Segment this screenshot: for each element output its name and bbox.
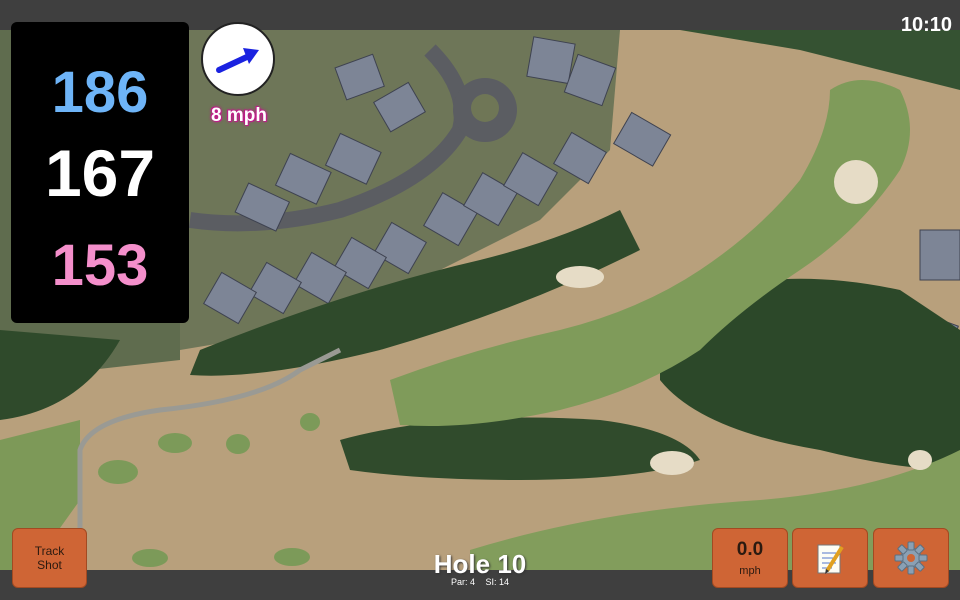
stroke-index-label: SI: 14 bbox=[485, 577, 510, 587]
notepad-icon bbox=[817, 544, 844, 574]
wind-indicator bbox=[201, 22, 275, 96]
clock: 10:10 bbox=[900, 14, 952, 36]
hole-info: Par: 4 SI: 14 bbox=[380, 577, 580, 587]
middle-distance: 167 bbox=[44, 136, 156, 210]
track-shot-button[interactable]: Track Shot bbox=[12, 528, 87, 588]
notes-button[interactable] bbox=[792, 528, 868, 588]
speed-unit: mph bbox=[739, 565, 761, 577]
back-distance: 186 bbox=[51, 60, 149, 125]
speed-value: 0.0 bbox=[736, 539, 764, 560]
wind-speed-label: 8 mph bbox=[211, 105, 267, 126]
hole-title: Hole 10 bbox=[433, 549, 527, 579]
distance-panel: 186 167 153 bbox=[11, 22, 189, 323]
track-shot-label: Track Shot bbox=[34, 544, 65, 572]
arrow-up-right-icon bbox=[216, 48, 259, 73]
settings-button[interactable] bbox=[873, 528, 949, 588]
gear-icon bbox=[894, 541, 928, 575]
speed-button[interactable]: 0.0 mph bbox=[712, 528, 788, 588]
front-distance: 153 bbox=[51, 233, 149, 298]
par-label: Par: 4 bbox=[450, 577, 475, 587]
